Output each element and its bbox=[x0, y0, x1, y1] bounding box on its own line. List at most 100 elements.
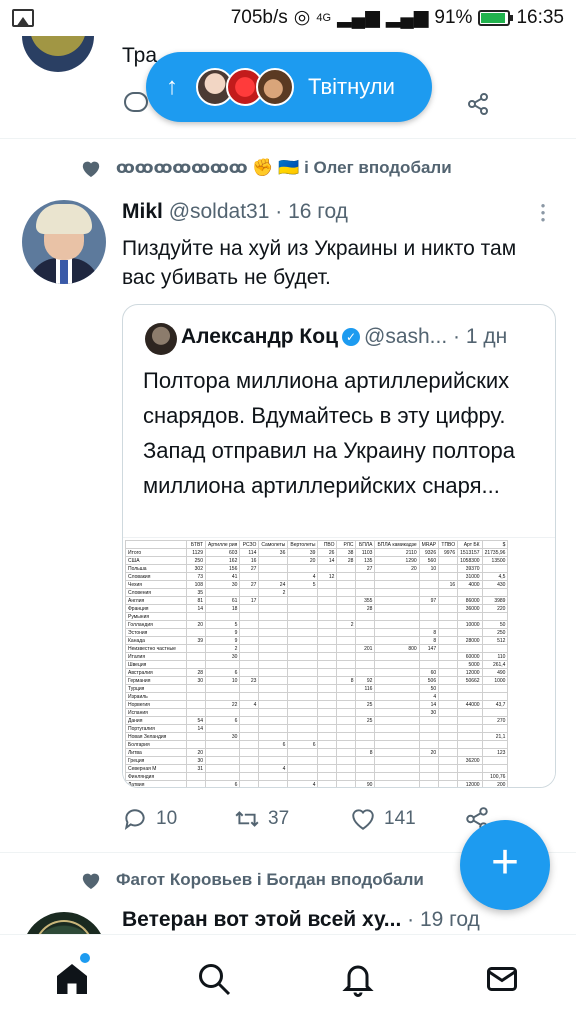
media-table-cell bbox=[481, 764, 509, 773]
media-table-cell bbox=[317, 660, 338, 669]
media-table-cell: 8 bbox=[355, 748, 376, 757]
media-table-cell: 250 bbox=[186, 556, 206, 565]
media-table-cell bbox=[336, 660, 357, 669]
media-table-cell bbox=[481, 684, 509, 693]
previous-reply-icon[interactable] bbox=[124, 92, 148, 112]
media-table-row: Италия 30 60000 110 bbox=[125, 652, 509, 661]
media-table-cell bbox=[438, 596, 459, 605]
retweet-button[interactable]: 37 bbox=[234, 806, 289, 832]
media-table-cell bbox=[204, 588, 241, 597]
media-table-cell: 60000 bbox=[457, 652, 483, 661]
media-table-cell bbox=[374, 724, 420, 733]
second-author-name[interactable]: Ветеран вот этой всей ху... bbox=[122, 908, 401, 931]
notifications-icon[interactable] bbox=[340, 961, 376, 997]
social-context-2-text: Фагот Коровьев і Богдан вподобали bbox=[116, 870, 424, 889]
media-table-cell bbox=[186, 644, 206, 653]
media-table-cell bbox=[239, 588, 260, 597]
media-table-cell: Дания bbox=[125, 716, 187, 725]
second-tweet-time: · 19 год bbox=[407, 908, 480, 931]
search-icon[interactable] bbox=[196, 961, 232, 997]
media-table-cell bbox=[374, 780, 420, 787]
media-table-cell: 114 bbox=[239, 548, 260, 557]
media-table-cell bbox=[355, 756, 376, 765]
media-table-cell: 2110 bbox=[374, 548, 420, 557]
media-table-cell: 10000 bbox=[457, 620, 483, 629]
media-table-cell bbox=[258, 556, 289, 565]
media-table-cell bbox=[186, 700, 206, 709]
media-table-cell bbox=[438, 700, 459, 709]
media-table-cell: 6 bbox=[204, 716, 241, 725]
media-table-cell: БТВТ bbox=[186, 540, 206, 549]
media-table-cell: 4000 bbox=[457, 580, 483, 589]
media-table-cell: 14 bbox=[418, 700, 440, 709]
media-table-cell: 8 bbox=[418, 636, 440, 645]
media-table-cell: 6 bbox=[204, 668, 241, 677]
media-table-cell bbox=[336, 668, 357, 677]
media-table-cell bbox=[287, 772, 319, 781]
media-table-cell bbox=[374, 708, 420, 717]
media-table-cell bbox=[418, 756, 440, 765]
media-table-cell bbox=[317, 700, 338, 709]
media-table-cell bbox=[336, 564, 357, 573]
media-table-cell bbox=[317, 580, 338, 589]
media-table-cell bbox=[258, 564, 289, 573]
media-table-row: Финляндия 100,76 bbox=[125, 772, 509, 781]
media-table-row: Словакия 73 41 4 12 31000 4,5 bbox=[125, 572, 509, 581]
media-table-cell bbox=[186, 612, 206, 621]
media-table-row: Литва 20 8 20 123 bbox=[125, 748, 509, 757]
messages-icon[interactable] bbox=[484, 961, 520, 997]
media-table-row: Северная М 31 4 bbox=[125, 764, 509, 773]
media-table-cell: Польша bbox=[125, 564, 187, 573]
media-table-cell bbox=[374, 732, 420, 741]
quoted-media-table-image[interactable]: БТВТ Артилле рия РСЗО Самолеты Вертолеты ПВО Р… bbox=[123, 537, 555, 787]
media-table-cell bbox=[287, 652, 319, 661]
media-table-cell: 28 bbox=[336, 556, 357, 565]
compose-tweet-button[interactable]: + bbox=[460, 820, 550, 910]
media-table-cell: 12000 bbox=[457, 668, 483, 677]
more-options-icon[interactable]: ● ● ● bbox=[540, 202, 546, 224]
author-name[interactable]: Mikl bbox=[122, 200, 163, 223]
media-table-cell bbox=[457, 716, 483, 725]
author-avatar[interactable] bbox=[22, 200, 106, 284]
second-tweet-header: Ветеран вот этой всей ху... · 19 год bbox=[122, 908, 480, 932]
home-icon[interactable] bbox=[54, 961, 90, 997]
media-table-cell bbox=[355, 652, 376, 661]
media-table-cell bbox=[186, 772, 206, 781]
media-table-cell bbox=[481, 588, 509, 597]
media-table-cell: 162 bbox=[204, 556, 241, 565]
media-table-cell bbox=[438, 556, 459, 565]
author-handle[interactable]: @soldat31 bbox=[169, 200, 270, 223]
media-table-cell bbox=[481, 756, 509, 765]
media-table-cell bbox=[336, 772, 357, 781]
media-table-cell bbox=[438, 772, 459, 781]
media-table-cell: 8 bbox=[336, 676, 357, 685]
media-table-cell bbox=[239, 780, 260, 787]
media-table-cell bbox=[287, 708, 319, 717]
media-table-cell bbox=[239, 748, 260, 757]
media-table-cell bbox=[317, 764, 338, 773]
media-table-cell: Испания bbox=[125, 708, 187, 717]
media-table-cell: США bbox=[125, 556, 187, 565]
media-table-cell: 108 bbox=[186, 580, 206, 589]
media-table-cell bbox=[258, 692, 289, 701]
media-table-cell: 54 bbox=[186, 716, 206, 725]
media-table-cell bbox=[317, 716, 338, 725]
reply-button[interactable]: 10 bbox=[122, 806, 177, 832]
like-button[interactable]: 141 bbox=[350, 806, 416, 832]
quoted-tweet[interactable]: Александр Коц ✓ @sash... · 1 дн Полтора ми… bbox=[122, 304, 556, 788]
media-table-cell: 20 bbox=[186, 748, 206, 757]
previous-share-icon[interactable] bbox=[466, 92, 490, 121]
media-table-cell bbox=[204, 772, 241, 781]
media-table-cell: 27 bbox=[239, 564, 260, 573]
heart-icon bbox=[352, 809, 374, 830]
media-table-cell bbox=[186, 652, 206, 661]
quoted-author-handle: @sash... bbox=[364, 325, 448, 348]
media-table-cell bbox=[317, 644, 338, 653]
new-tweets-pill[interactable]: ↑ Твітнули bbox=[146, 52, 432, 122]
media-table-cell: 100,76 bbox=[481, 772, 509, 781]
media-table-cell bbox=[258, 772, 289, 781]
media-table-row: Чехия 108 30 27 24 5 16 4000 430 bbox=[125, 580, 509, 589]
media-table-cell: 1058300 bbox=[457, 556, 483, 565]
media-table-cell bbox=[355, 660, 376, 669]
media-table-cell bbox=[287, 764, 319, 773]
